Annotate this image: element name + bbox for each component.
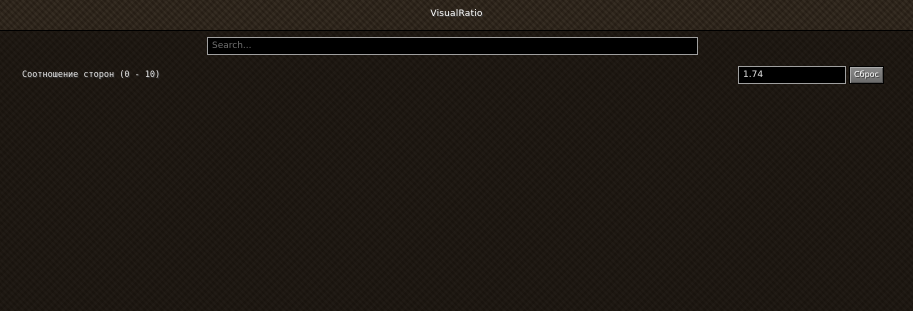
aspect-ratio-value: 1.74: [743, 70, 764, 80]
aspect-ratio-field[interactable]: 1.74: [738, 66, 846, 84]
search-input[interactable]: Search...: [207, 37, 698, 55]
search-placeholder: Search...: [212, 41, 252, 51]
aspect-ratio-label: Соотношение сторон (0 - 10): [22, 70, 161, 80]
page-title: VisualRatio: [430, 9, 483, 19]
reset-button[interactable]: Сброс: [849, 66, 884, 84]
